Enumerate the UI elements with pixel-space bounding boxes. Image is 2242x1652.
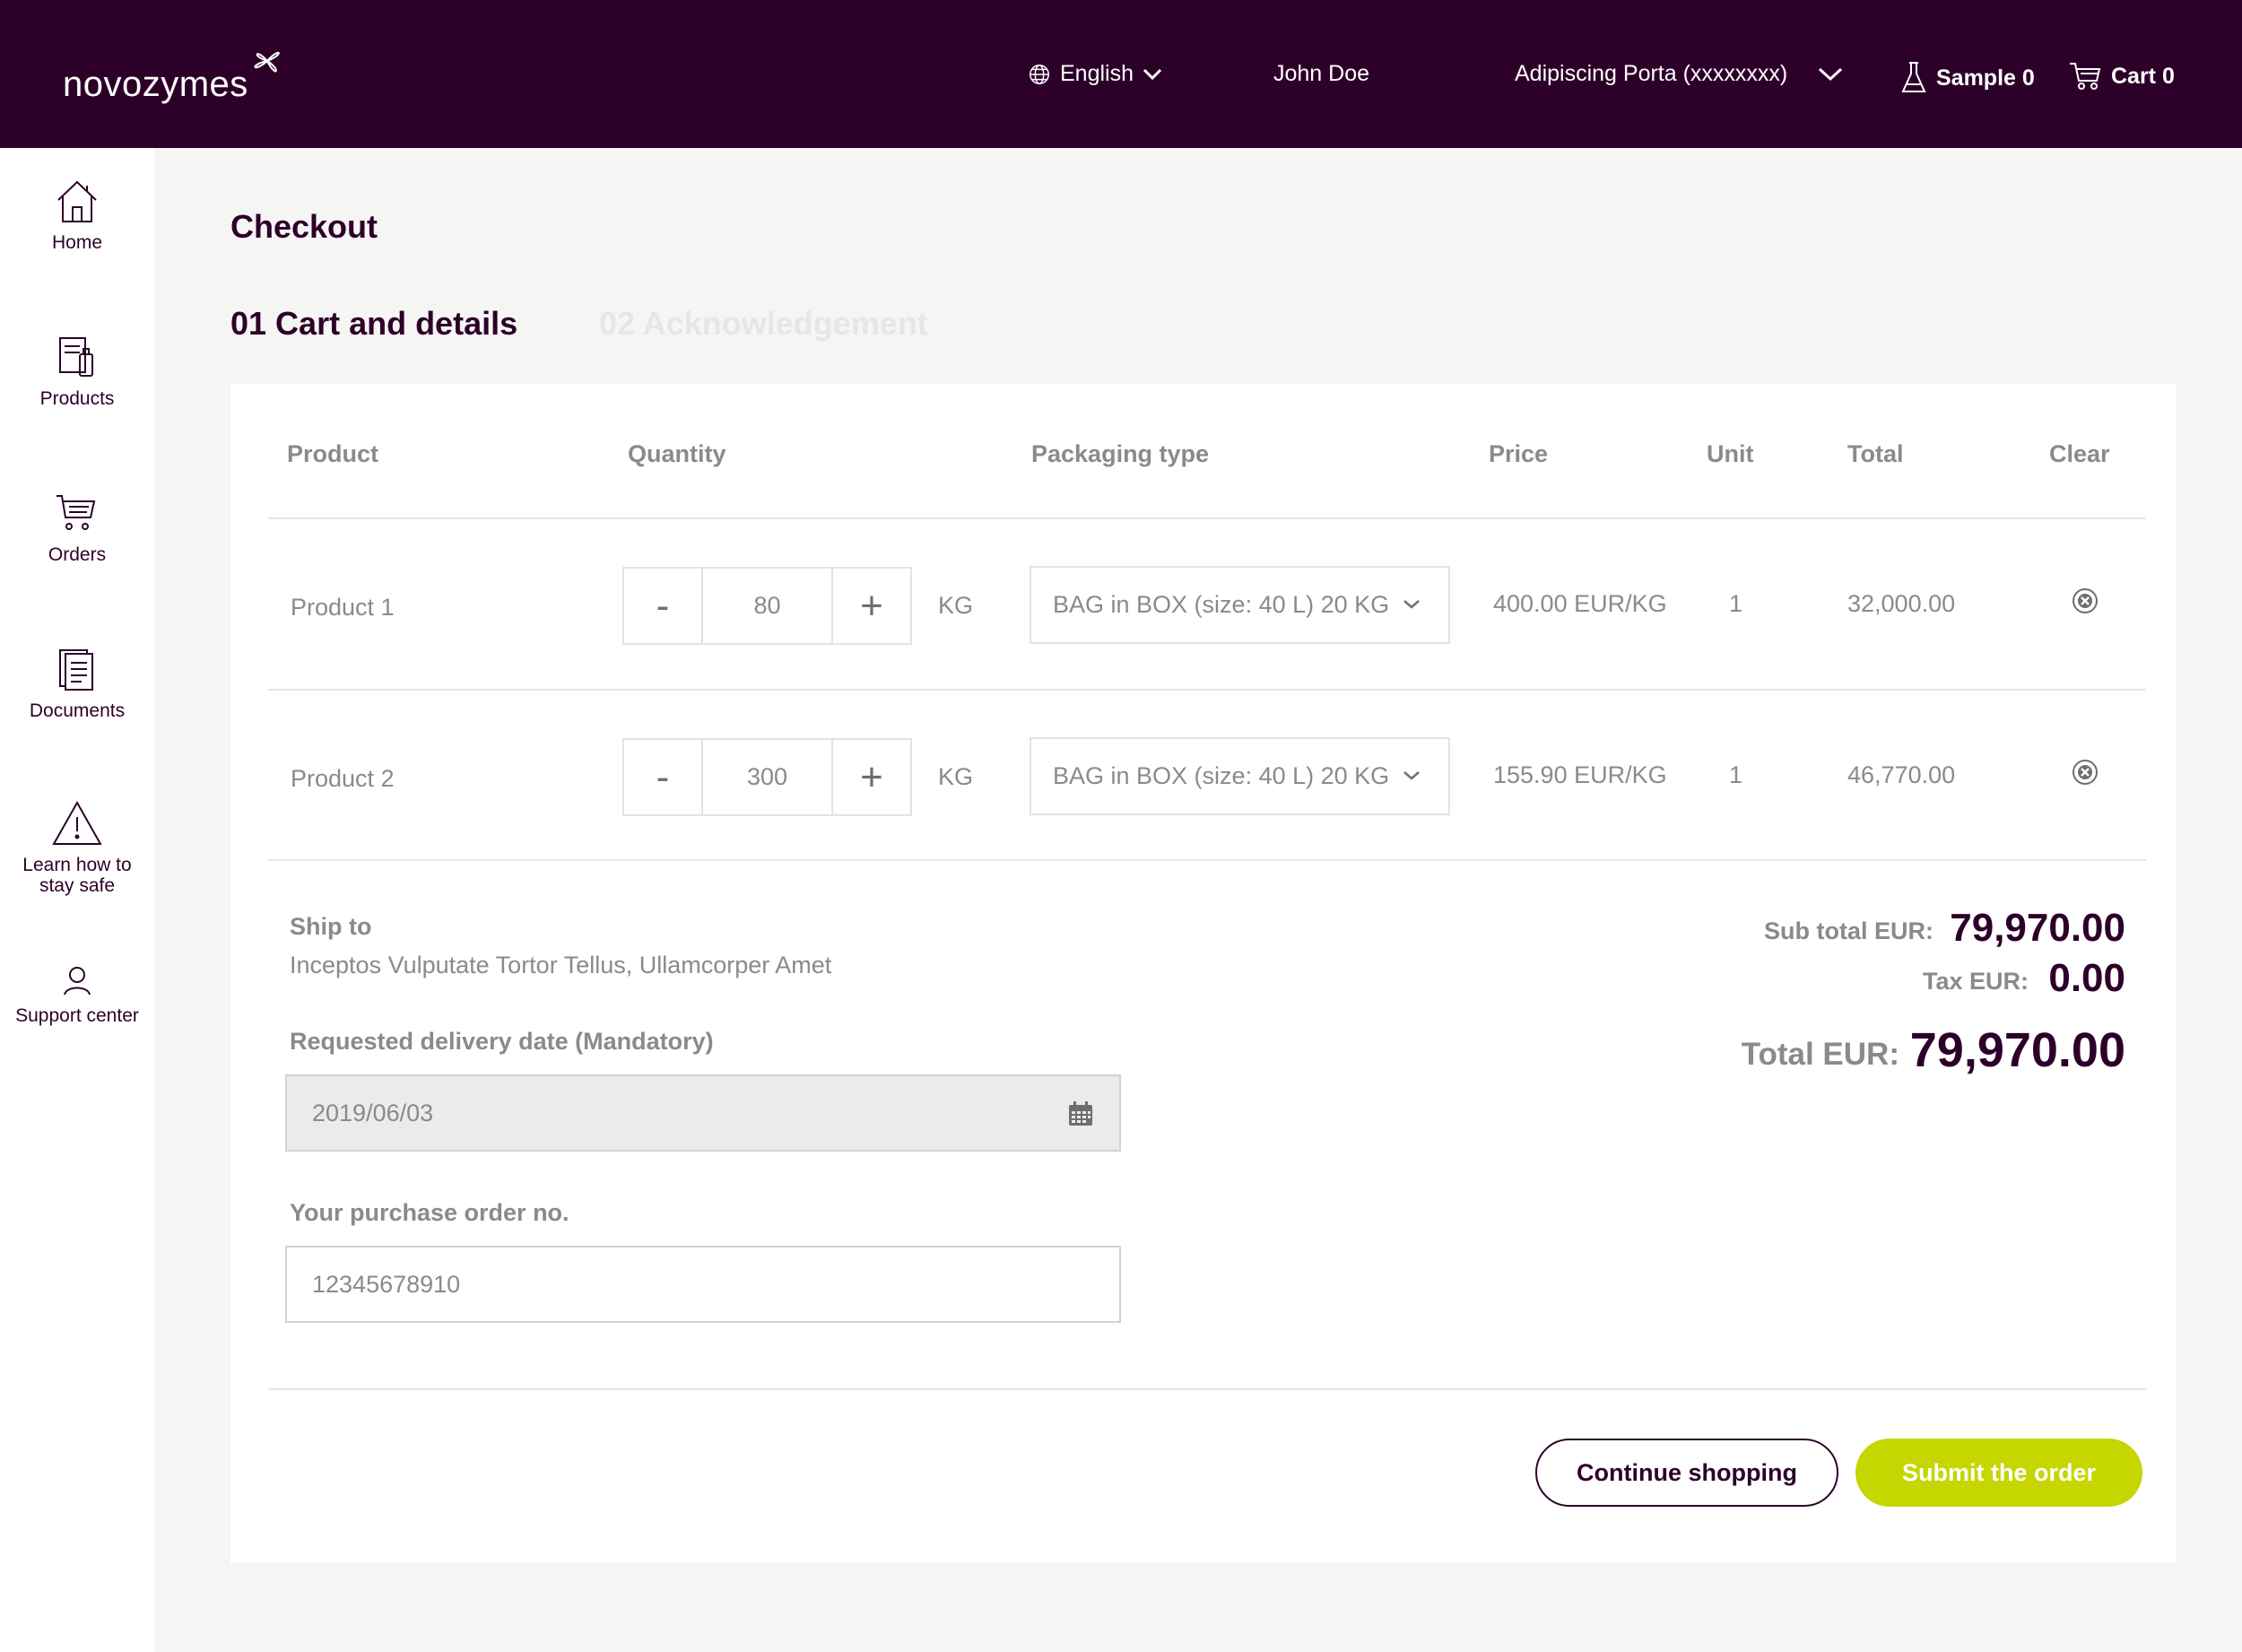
brand-logo[interactable]: novozymes: [63, 65, 248, 105]
account-label: Adipiscing Porta (xxxxxxxx): [1515, 61, 1788, 86]
divider: [268, 859, 2146, 861]
packaging-value: BAG in BOX (size: 40 L) 20 KG: [1053, 762, 1390, 789]
sidebar-item-home[interactable]: Home: [0, 177, 154, 253]
sidebar-item-label: Orders: [48, 544, 107, 565]
sidebar-item-label: Home: [51, 232, 103, 253]
quantity-unit: KG: [938, 592, 974, 619]
continue-shopping-button[interactable]: Continue shopping: [1535, 1439, 1838, 1507]
delivery-date-value: 2019/06/03: [312, 1099, 434, 1126]
account-selector[interactable]: Adipiscing Porta (xxxxxxxx): [1515, 61, 1843, 87]
decrement-button[interactable]: -: [624, 740, 701, 814]
purchase-order-label: Your purchase order no.: [290, 1199, 569, 1226]
sidebar-item-label-line1: Learn how to: [22, 855, 132, 875]
quantity-unit: KG: [938, 763, 974, 790]
top-navigation-bar: novozymes English John Doe Adipiscing Po…: [0, 0, 2242, 148]
product-name: Product 2: [291, 765, 395, 792]
total-value: 79,970.00: [1909, 1023, 2125, 1077]
ship-to-address: Inceptos Vulputate Tortor Tellus, Ullamc…: [290, 952, 832, 978]
home-icon: [57, 180, 97, 222]
packaging-select[interactable]: BAG in BOX (size: 40 L) 20 KG: [1030, 737, 1450, 815]
calendar-icon[interactable]: [1067, 1100, 1094, 1127]
column-header-product: Product: [287, 440, 379, 467]
language-label: English: [1060, 61, 1134, 86]
purchase-order-value: 12345678910: [312, 1270, 461, 1298]
clear-icon[interactable]: [2071, 587, 2099, 615]
tax-label: Tax EUR:: [1922, 968, 2029, 995]
language-selector[interactable]: English: [1028, 61, 1162, 87]
unit-price: 400.00 EUR/KG: [1493, 590, 1667, 617]
subtotal-value: 79,970.00: [1950, 906, 2125, 950]
cart-button[interactable]: Cart 0: [2068, 61, 2175, 91]
tax-value: 0.00: [2048, 956, 2125, 1000]
globe-icon: [1030, 64, 1049, 84]
sidebar: Home Products Orders Documents Learn how…: [0, 148, 154, 1652]
products-icon: [59, 337, 93, 377]
total-label: Total EUR:: [1741, 1037, 1899, 1072]
cart-icon: [2070, 63, 2101, 90]
documents-icon: [59, 649, 93, 691]
submit-order-button[interactable]: Submit the order: [1855, 1439, 2142, 1507]
delivery-date-label: Requested delivery date (Mandatory): [290, 1028, 714, 1055]
sample-button[interactable]: Sample 0: [1900, 61, 2035, 95]
delivery-date-field[interactable]: 2019/06/03: [285, 1074, 1121, 1152]
user-name[interactable]: John Doe: [1273, 61, 1369, 87]
step-acknowledgement: 02 Acknowledgement: [599, 305, 928, 342]
line-total: 32,000.00: [1847, 590, 1956, 617]
column-header-price: Price: [1489, 440, 1549, 467]
quantity-input[interactable]: 300: [701, 740, 833, 814]
support-icon: [64, 967, 91, 996]
sidebar-item-orders[interactable]: Orders: [0, 489, 154, 565]
product-name: Product 1: [291, 594, 395, 621]
quantity-stepper: - 80 +: [622, 567, 912, 645]
sidebar-item-label: Support center: [15, 1005, 139, 1026]
column-header-unit: Unit: [1707, 440, 1754, 467]
step-cart-and-details[interactable]: 01 Cart and details: [230, 305, 517, 343]
chevron-down-icon: [1143, 68, 1162, 80]
subtotal-label: Sub total EUR:: [1764, 917, 1934, 944]
divider: [268, 517, 2146, 519]
unit-price: 155.90 EUR/KG: [1493, 761, 1667, 788]
sidebar-item-products[interactable]: Products: [0, 333, 154, 409]
sample-label: Sample 0: [1936, 65, 2035, 91]
increment-button[interactable]: +: [833, 569, 910, 643]
column-header-total: Total: [1847, 440, 1904, 467]
decrement-button[interactable]: -: [624, 569, 701, 643]
packaging-value: BAG in BOX (size: 40 L) 20 KG: [1053, 591, 1390, 618]
sidebar-item-documents[interactable]: Documents: [0, 645, 154, 721]
warning-icon: [52, 800, 102, 845]
cart-label: Cart 0: [2111, 63, 2175, 89]
packaging-select[interactable]: BAG in BOX (size: 40 L) 20 KG: [1030, 566, 1450, 644]
line-total: 46,770.00: [1847, 761, 1956, 788]
clear-icon[interactable]: [2071, 758, 2099, 787]
sidebar-item-support[interactable]: Support center: [0, 962, 154, 1026]
column-header-packaging: Packaging type: [1031, 440, 1210, 467]
orders-icon: [56, 495, 96, 530]
chevron-down-icon: [1403, 600, 1420, 609]
page-title: Checkout: [230, 208, 378, 245]
unit-count: 1: [1729, 590, 1743, 617]
flask-icon: [1901, 62, 1926, 92]
divider: [268, 1388, 2146, 1390]
unit-count: 1: [1729, 761, 1743, 788]
chevron-down-icon: [1403, 771, 1420, 780]
column-header-clear: Clear: [2049, 440, 2110, 467]
sidebar-item-label: Products: [39, 388, 115, 409]
logo-mark-icon: [254, 51, 280, 73]
sidebar-item-label: Documents: [29, 700, 126, 721]
quantity-input[interactable]: 80: [701, 569, 833, 643]
sidebar-item-safety[interactable]: Learn how to stay safe: [0, 799, 154, 896]
column-header-quantity: Quantity: [628, 440, 726, 467]
increment-button[interactable]: +: [833, 740, 910, 814]
ship-to-label: Ship to: [290, 913, 372, 940]
quantity-stepper: - 300 +: [622, 738, 912, 816]
chevron-down-icon: [1819, 67, 1843, 81]
purchase-order-field[interactable]: 12345678910: [285, 1246, 1121, 1323]
divider: [268, 689, 2146, 691]
sidebar-item-label-line2: stay safe: [39, 875, 116, 897]
